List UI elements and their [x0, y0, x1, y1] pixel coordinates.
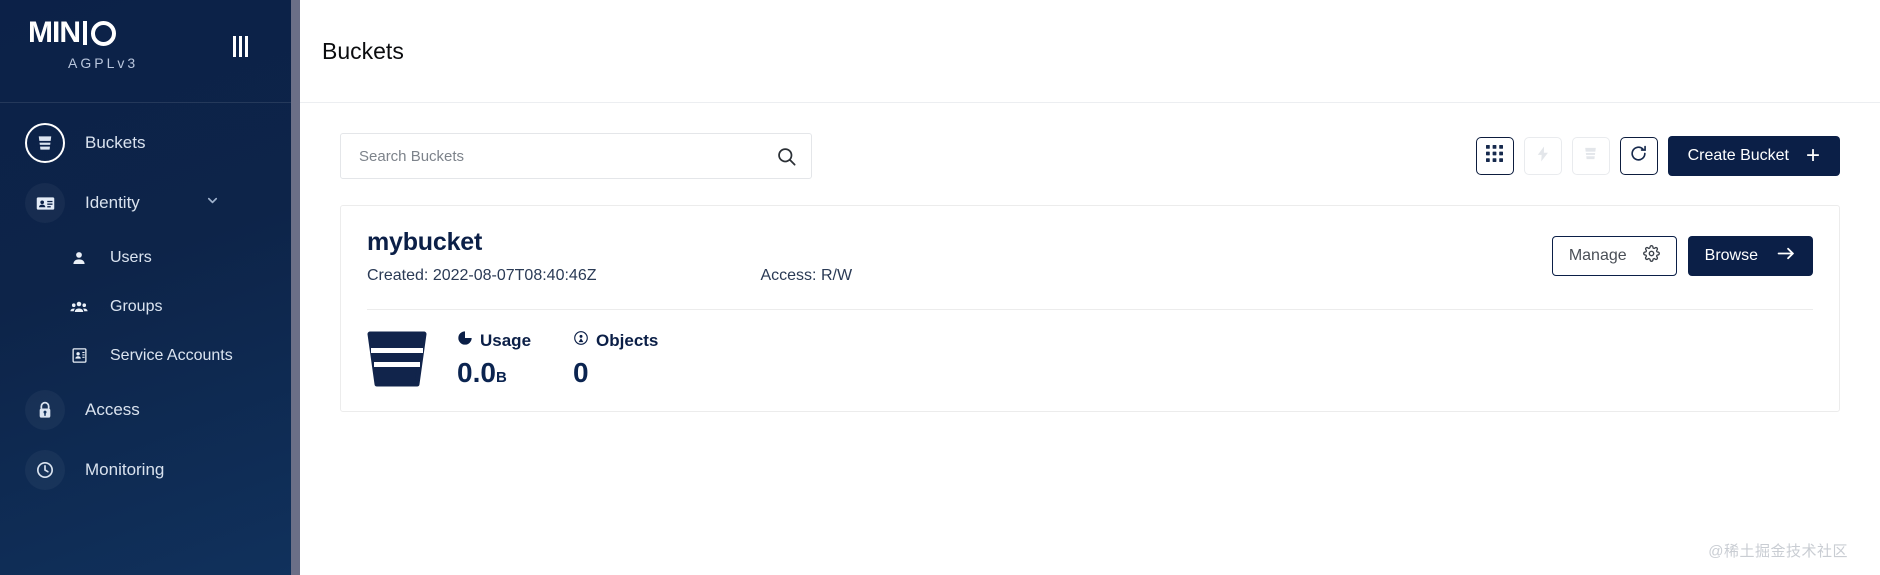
usage-number: 0.0 [457, 357, 496, 388]
bucket-meta: Created: 2022-08-07T08:40:46Z Access: R/… [367, 267, 852, 285]
sidebar-item-access[interactable]: Access [0, 380, 300, 440]
buckets-toolbar: Create Bucket + [340, 133, 1840, 179]
toolbar-actions: Create Bucket + [1475, 136, 1840, 176]
minio-logo: MIN AGPLv3 [28, 18, 139, 72]
logo-text-min: MIN [28, 16, 81, 49]
bucket-created-date: Created: 2022-08-07T08:40:46Z [367, 267, 597, 284]
content-area: Create Bucket + mybucket Created: 2022-0… [300, 103, 1880, 412]
sidebar-scrollbar[interactable] [291, 0, 300, 575]
identity-card-icon [25, 183, 65, 223]
usage-value: 0.0B [457, 359, 531, 387]
refresh-button[interactable] [1619, 137, 1658, 175]
create-bucket-label: Create Bucket [1687, 147, 1789, 164]
chevron-down-icon[interactable] [205, 193, 220, 213]
gear-icon [1642, 245, 1660, 267]
stat-objects: Objects 0 [573, 330, 658, 387]
refresh-icon [1629, 144, 1648, 168]
collapse-bar-2 [239, 36, 242, 57]
objects-icon [573, 330, 589, 351]
collapse-bar-1 [233, 36, 236, 57]
lightning-button [1523, 137, 1562, 175]
plus-icon: + [1805, 142, 1820, 169]
bucket-icon [367, 331, 427, 387]
stat-usage-head: Usage [457, 330, 531, 351]
main-content: Buckets Search Buckets Create Bucket + m… [300, 0, 1880, 575]
sidebar-item-label: Monitoring [85, 460, 165, 479]
arrow-right-icon [1777, 246, 1796, 266]
bucket-delete-icon [1582, 145, 1599, 167]
bucket-info: mybucket Created: 2022-08-07T08:40:46Z A… [367, 228, 852, 285]
objects-label: Objects [596, 330, 659, 350]
sidebar-subitem-label: Service Accounts [110, 346, 233, 364]
service-account-icon [68, 347, 90, 364]
sidebar-item-label: Access [85, 400, 140, 419]
browse-label: Browse [1704, 247, 1758, 264]
bucket-icon [25, 123, 65, 163]
watermark: @稀土掘金技术社区 [1708, 543, 1848, 560]
user-icon [68, 250, 90, 266]
bucket-card-actions: Manage Browse [1551, 228, 1813, 276]
sidebar-logo-area: MIN AGPLv3 [0, 0, 300, 103]
sidebar-item-service-accounts[interactable]: Service Accounts [0, 331, 300, 380]
bucket-stats: Usage 0.0B Objects 0 [367, 310, 1813, 387]
sidebar-item-identity[interactable]: Identity [0, 173, 300, 233]
sidebar-item-monitoring[interactable]: Monitoring [0, 440, 300, 500]
stat-objects-head: Objects [573, 330, 658, 351]
sidebar: MIN AGPLv3 Buckets Identity Users Groups… [0, 0, 300, 575]
search-icon[interactable] [776, 146, 797, 167]
sidebar-subitem-label: Users [110, 248, 152, 266]
manage-label: Manage [1568, 247, 1627, 264]
logo-o-ring-glyph [91, 20, 116, 46]
objects-value: 0 [573, 357, 589, 388]
sidebar-item-users[interactable]: Users [0, 233, 300, 282]
grid-view-button[interactable] [1475, 137, 1514, 175]
page-header: Buckets [300, 0, 1880, 103]
usage-label: Usage [480, 330, 532, 350]
page-title: Buckets [322, 37, 404, 64]
grid-icon [1486, 145, 1504, 167]
sidebar-nav: Buckets Identity Users Groups Service Ac… [0, 103, 300, 500]
sidebar-item-label: Identity [85, 193, 140, 212]
sidebar-item-groups[interactable]: Groups [0, 282, 300, 331]
minio-wordmark: MIN [28, 18, 138, 48]
pie-chart-icon [457, 330, 473, 351]
bucket-access-level: Access: R/W [760, 267, 853, 284]
stat-usage: Usage 0.0B [457, 330, 531, 387]
browse-bucket-button[interactable]: Browse [1687, 236, 1813, 276]
menu-collapse-icon[interactable] [233, 36, 248, 57]
sidebar-subitem-label: Groups [110, 297, 163, 315]
bucket-card-header: mybucket Created: 2022-08-07T08:40:46Z A… [367, 228, 1813, 285]
create-bucket-button[interactable]: Create Bucket + [1667, 136, 1840, 176]
monitoring-icon [25, 450, 65, 490]
sidebar-item-buckets[interactable]: Buckets [0, 113, 300, 173]
group-icon [68, 298, 90, 316]
logo-bar-glyph [83, 21, 87, 45]
bucket-name: mybucket [367, 228, 483, 256]
usage-unit: B [495, 369, 507, 386]
lock-icon [25, 390, 65, 430]
search-input[interactable] [359, 147, 776, 165]
logo-license-label: AGPLv3 [68, 55, 139, 71]
lightning-icon [1534, 145, 1552, 168]
collapse-bar-3 [245, 36, 248, 57]
bucket-card[interactable]: mybucket Created: 2022-08-07T08:40:46Z A… [340, 205, 1840, 412]
sidebar-item-label: Buckets [85, 133, 146, 152]
delete-bucket-button [1571, 137, 1610, 175]
search-bucket-field[interactable] [340, 133, 812, 179]
manage-bucket-button[interactable]: Manage [1551, 236, 1677, 276]
app-root: MIN AGPLv3 Buckets Identity Users Groups… [0, 0, 1880, 575]
